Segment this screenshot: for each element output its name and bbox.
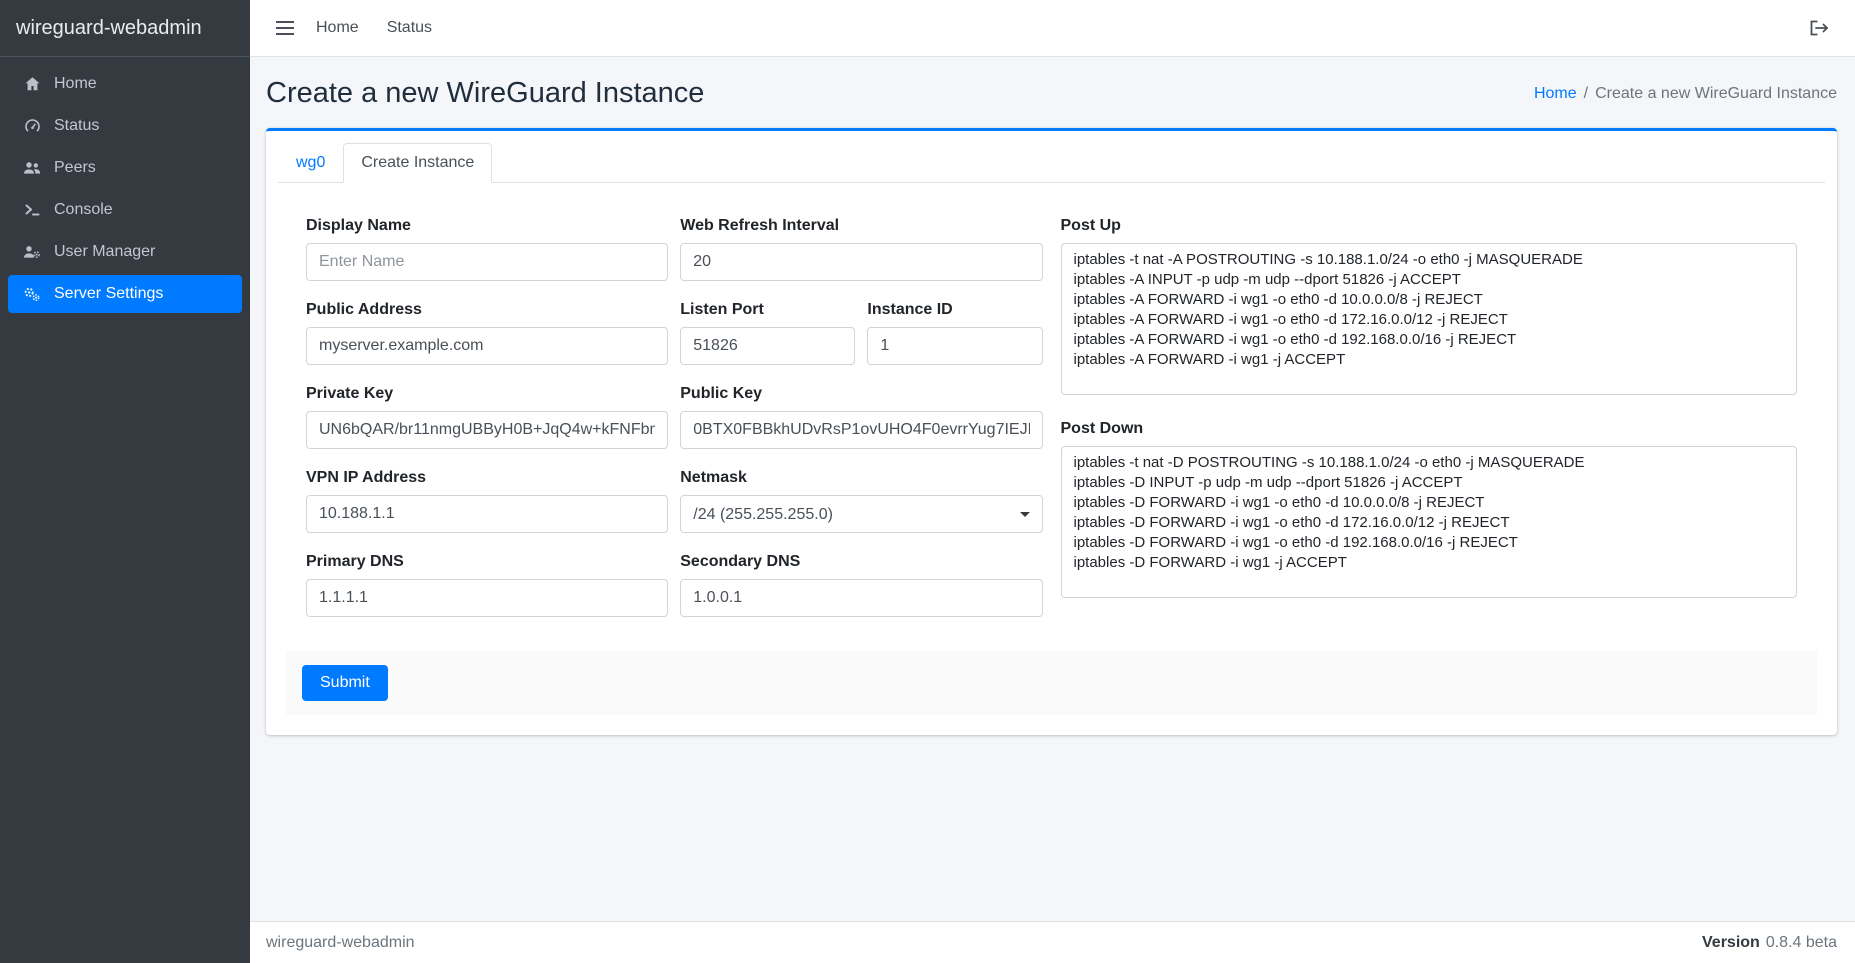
sidebar-item-label: User Manager	[54, 243, 155, 261]
sidebar-item-label: Status	[54, 117, 99, 135]
instance-form: Display Name Web Refresh Interval Public…	[286, 203, 1817, 637]
netmask-label: Netmask	[680, 469, 1042, 487]
private-key-input[interactable]	[306, 411, 668, 449]
sidebar-item-label: Peers	[54, 159, 96, 177]
users-icon	[18, 160, 46, 176]
users-gear-icon	[18, 244, 46, 260]
display-name-input[interactable]	[306, 243, 668, 281]
post-down-textarea[interactable]: iptables -t nat -D POSTROUTING -s 10.188…	[1061, 446, 1798, 598]
sidebar-item-label: Server Settings	[54, 285, 163, 303]
sidebar-item-user-manager[interactable]: User Manager	[8, 233, 242, 271]
navbar-link-status[interactable]: Status	[373, 11, 446, 45]
sidebar-nav: Home Status Peers Console User Manager	[0, 57, 250, 325]
footer-app-name: wireguard-webadmin	[266, 934, 415, 952]
vpn-ip-label: VPN IP Address	[306, 469, 668, 487]
sidebar-item-label: Console	[54, 201, 113, 219]
post-down-label: Post Down	[1061, 420, 1798, 438]
breadcrumb-separator: /	[1584, 85, 1588, 103]
instance-card: wg0 Create Instance Display Name	[266, 128, 1837, 735]
footer-version: Version 0.8.4 beta	[1702, 934, 1837, 952]
navbar-link-home[interactable]: Home	[302, 11, 373, 45]
brand-link[interactable]: wireguard-webadmin	[0, 0, 250, 57]
terminal-icon	[18, 202, 46, 218]
secondary-dns-label: Secondary DNS	[680, 553, 1042, 571]
main-column: Home Status Create a new WireGuard Insta…	[250, 0, 1855, 963]
web-refresh-interval-input[interactable]	[680, 243, 1042, 281]
instance-id-input[interactable]	[867, 327, 1042, 365]
post-up-label: Post Up	[1061, 217, 1798, 235]
breadcrumb-current: Create a new WireGuard Instance	[1595, 85, 1837, 103]
secondary-dns-input[interactable]	[680, 579, 1042, 617]
content-header: Create a new WireGuard Instance Home / C…	[250, 57, 1855, 122]
sidebar-item-home[interactable]: Home	[8, 65, 242, 103]
page-footer: wireguard-webadmin Version 0.8.4 beta	[250, 921, 1855, 963]
breadcrumb-home-link[interactable]: Home	[1534, 85, 1577, 103]
netmask-select[interactable]: /24 (255.255.255.0)	[680, 495, 1042, 533]
netmask-select-wrap: /24 (255.255.255.0)	[680, 495, 1042, 533]
home-icon	[18, 76, 46, 92]
instance-tabs: wg0 Create Instance	[278, 143, 1825, 183]
form-left-column: Display Name Web Refresh Interval Public…	[306, 217, 1043, 637]
vpn-ip-input[interactable]	[306, 495, 668, 533]
sidebar-item-server-settings[interactable]: Server Settings	[8, 275, 242, 313]
sidebar-item-peers[interactable]: Peers	[8, 149, 242, 187]
top-navbar: Home Status	[250, 0, 1855, 57]
footer-version-label: Version	[1702, 934, 1760, 952]
form-footer: Submit	[286, 651, 1817, 715]
tab-wg0[interactable]: wg0	[278, 143, 343, 183]
form-right-column: Post Up iptables -t nat -A POSTROUTING -…	[1061, 217, 1798, 637]
content: Create a new WireGuard Instance Home / C…	[250, 57, 1855, 921]
post-up-textarea[interactable]: iptables -t nat -A POSTROUTING -s 10.188…	[1061, 243, 1798, 395]
page-title: Create a new WireGuard Instance	[266, 77, 704, 110]
gears-icon	[18, 286, 46, 302]
public-address-input[interactable]	[306, 327, 668, 365]
public-address-label: Public Address	[306, 301, 668, 319]
primary-dns-label: Primary DNS	[306, 553, 668, 571]
listen-port-label: Listen Port	[680, 301, 855, 319]
display-name-label: Display Name	[306, 217, 668, 235]
tab-create-instance[interactable]: Create Instance	[343, 143, 492, 183]
card-header: wg0 Create Instance	[266, 131, 1837, 183]
breadcrumb: Home / Create a new WireGuard Instance	[1534, 85, 1837, 103]
sign-out-icon[interactable]	[1801, 14, 1837, 42]
card-body: Display Name Web Refresh Interval Public…	[266, 183, 1837, 735]
listen-port-input[interactable]	[680, 327, 855, 365]
footer-version-value: 0.8.4 beta	[1766, 934, 1837, 952]
submit-button[interactable]: Submit	[302, 665, 388, 701]
instance-id-label: Instance ID	[867, 301, 1042, 319]
web-refresh-interval-label: Web Refresh Interval	[680, 217, 1042, 235]
sidebar-item-label: Home	[54, 75, 97, 93]
primary-dns-input[interactable]	[306, 579, 668, 617]
private-key-label: Private Key	[306, 385, 668, 403]
hamburger-icon[interactable]	[268, 15, 302, 41]
public-key-input[interactable]	[680, 411, 1042, 449]
gauge-icon	[18, 118, 46, 134]
public-key-label: Public Key	[680, 385, 1042, 403]
sidebar-item-status[interactable]: Status	[8, 107, 242, 145]
sidebar-item-console[interactable]: Console	[8, 191, 242, 229]
sidebar: wireguard-webadmin Home Status Peers Con…	[0, 0, 250, 963]
